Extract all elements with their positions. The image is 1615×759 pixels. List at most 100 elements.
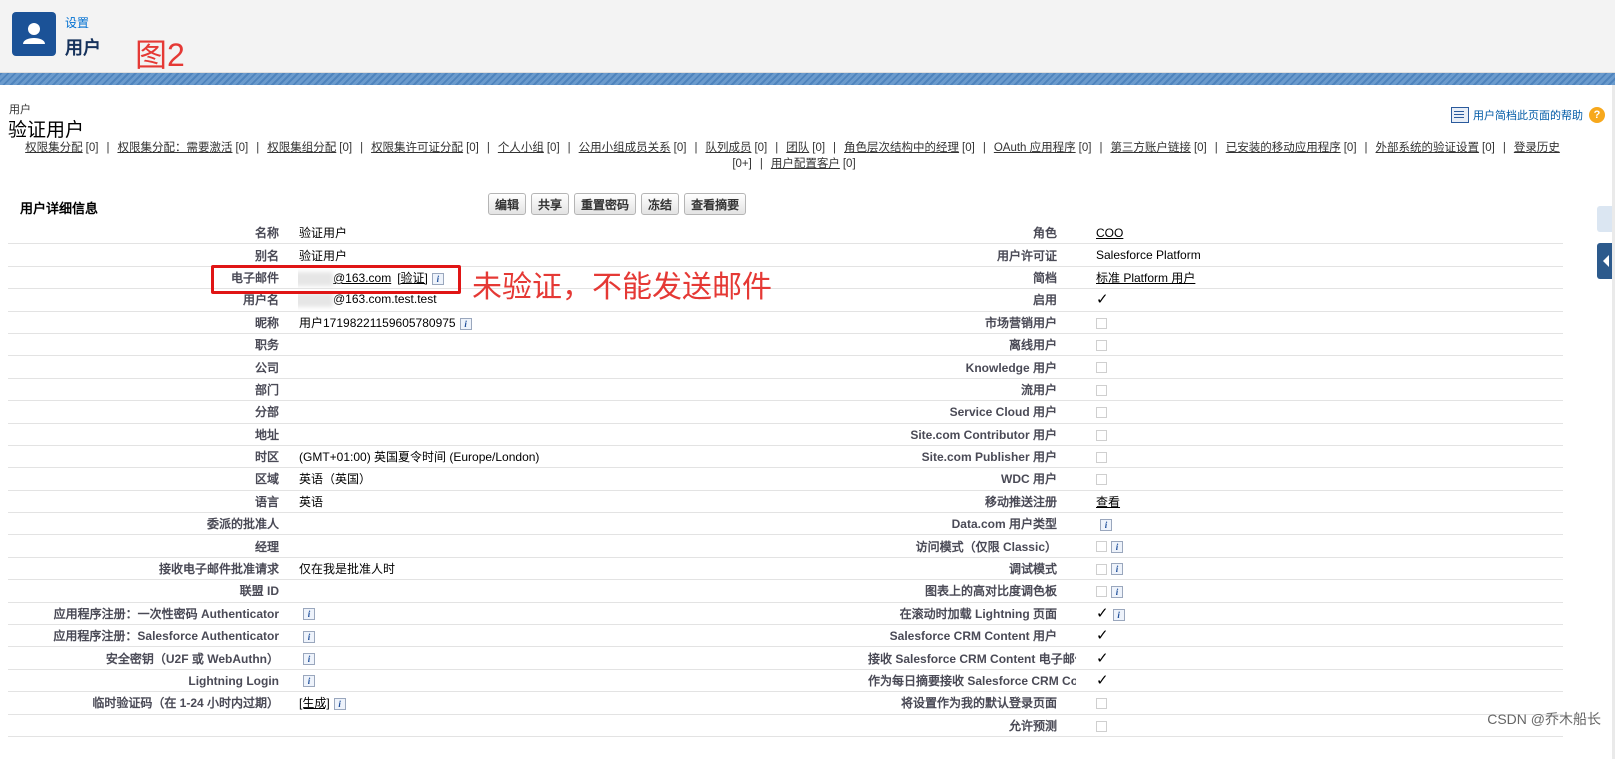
value-link[interactable]: 查看 bbox=[1096, 495, 1120, 509]
field-label: 接收电子邮件批准请求 bbox=[8, 557, 298, 581]
value-link[interactable]: COO bbox=[1096, 226, 1123, 240]
separator: | bbox=[486, 142, 490, 154]
separator: | bbox=[759, 158, 763, 170]
field-value bbox=[1096, 355, 1563, 379]
field-label: Knowledge 用户 bbox=[868, 355, 1076, 379]
info-icon[interactable]: i bbox=[1111, 585, 1123, 598]
related-link[interactable]: 权限集组分配 bbox=[267, 142, 336, 154]
info-icon[interactable]: i bbox=[1100, 518, 1112, 531]
info-icon[interactable]: i bbox=[1111, 540, 1123, 553]
related-link[interactable]: 已安装的移动应用程序 bbox=[1226, 142, 1341, 154]
field-value: i bbox=[1096, 557, 1563, 581]
decorative-band bbox=[0, 73, 1615, 85]
checkmark-icon: ✓ bbox=[1096, 649, 1109, 667]
help-area: 用户简档此页面的帮助 ? bbox=[1451, 105, 1605, 125]
field-value: i bbox=[1096, 512, 1563, 536]
help-link[interactable]: 用户简档此页面的帮助 bbox=[1473, 107, 1583, 123]
field-value bbox=[298, 579, 868, 603]
detail-button[interactable]: 查看摘要 bbox=[684, 193, 747, 215]
detail-row: 联盟 ID 图表上的高对比度调色板 i bbox=[8, 579, 1563, 603]
field-label: Service Cloud 用户 bbox=[868, 400, 1076, 424]
field-label: Site.com Publisher 用户 bbox=[868, 445, 1076, 469]
checkbox-icon bbox=[1096, 407, 1107, 419]
related-link[interactable]: 公用小组成员关系 bbox=[579, 142, 671, 154]
related-count: [0] bbox=[235, 142, 249, 154]
field-value: (GMT+01:00) 英国夏令时间 (Europe/London) bbox=[298, 445, 868, 469]
related-link[interactable]: 队列成员 bbox=[705, 142, 751, 154]
separator: | bbox=[567, 142, 571, 154]
detail-row: 别名 验证用户 用户许可证 Salesforce Platform bbox=[8, 243, 1563, 267]
field-label: 移动推送注册 bbox=[868, 490, 1076, 514]
info-icon[interactable]: i bbox=[303, 630, 315, 643]
info-icon[interactable]: i bbox=[1111, 563, 1123, 576]
field-label: Lightning Login bbox=[8, 669, 298, 693]
field-label: 应用程序注册：一次性密码 Authenticator bbox=[8, 602, 298, 626]
checkbox-icon bbox=[1096, 429, 1107, 441]
checkbox-icon bbox=[1096, 317, 1107, 329]
related-link[interactable]: 第三方账户链接 bbox=[1110, 142, 1191, 154]
related-link[interactable]: 用户配置客户 bbox=[771, 158, 840, 170]
related-link[interactable]: 个人小组 bbox=[498, 142, 544, 154]
checkbox-icon bbox=[1096, 586, 1107, 598]
related-link[interactable]: 角色层次结构中的经理 bbox=[844, 142, 959, 154]
related-link[interactable]: OAuth 应用程序 bbox=[994, 142, 1076, 154]
field-value: 英语（英国） bbox=[298, 467, 868, 491]
value-text: 仅在我是批准人时 bbox=[299, 562, 396, 577]
field-label: 昵称 bbox=[8, 311, 298, 334]
value-text: @163.com.test.test bbox=[333, 292, 437, 307]
field-label: 部门 bbox=[8, 378, 298, 402]
detail-row: 职务 离线用户 bbox=[8, 333, 1563, 357]
detail-row: 地址 Site.com Contributor 用户 bbox=[8, 423, 1563, 446]
detail-row: 应用程序注册：Salesforce Authenticator i Salesfor… bbox=[8, 624, 1563, 648]
detail-button[interactable]: 冻结 bbox=[641, 193, 680, 215]
field-label: 临时验证码（在 1-24 小时内过期） bbox=[8, 691, 298, 715]
related-count: [0] bbox=[1078, 142, 1092, 154]
info-icon[interactable]: i bbox=[333, 698, 346, 711]
detail-row: 允许预测 bbox=[8, 714, 1563, 737]
info-icon[interactable]: i bbox=[303, 675, 315, 688]
breadcrumb-setup[interactable]: 设置 bbox=[65, 14, 89, 31]
unverified-annotation: 未验证，不能发送邮件 bbox=[472, 271, 772, 304]
related-link[interactable]: 权限集分配：需要激活 bbox=[117, 142, 232, 154]
related-link[interactable]: 外部系统的验证设置 bbox=[1376, 142, 1480, 154]
detail-button[interactable]: 共享 bbox=[531, 193, 570, 215]
user-icon bbox=[12, 12, 56, 56]
field-label: 语言 bbox=[8, 490, 298, 514]
checkbox-icon bbox=[1096, 698, 1107, 710]
spacer bbox=[1076, 266, 1096, 290]
help-question-icon[interactable]: ? bbox=[1589, 107, 1605, 123]
related-link[interactable]: 登录历史 bbox=[1514, 142, 1560, 154]
info-icon[interactable]: i bbox=[303, 608, 315, 621]
detail-row: 区域 英语（英国） WDC 用户 bbox=[8, 467, 1563, 491]
field-label: 职务 bbox=[8, 333, 298, 357]
info-icon[interactable]: i bbox=[303, 652, 315, 665]
field-label: 名称 bbox=[8, 222, 298, 245]
value-link[interactable]: [生成] bbox=[299, 696, 330, 710]
value-link[interactable]: 标准 Platform 用户 bbox=[1096, 271, 1195, 285]
detail-row: 委派的批准人 Data.com 用户类型 i bbox=[8, 512, 1563, 536]
spacer bbox=[1076, 243, 1096, 267]
detail-button[interactable]: 重置密码 bbox=[574, 193, 637, 215]
field-value: i bbox=[298, 669, 868, 693]
separator: | bbox=[775, 142, 779, 154]
detail-button[interactable]: 编辑 bbox=[488, 193, 527, 215]
field-label: 分部 bbox=[8, 400, 298, 424]
value-text: 验证用户 bbox=[299, 248, 348, 263]
spacer bbox=[1076, 288, 1096, 312]
related-link[interactable]: 权限集许可证分配 bbox=[371, 142, 463, 154]
field-value: 验证用户 bbox=[298, 222, 868, 245]
info-icon[interactable]: i bbox=[459, 317, 472, 330]
detail-row: 昵称 用户17198221159605780975 i 市场营销用户 bbox=[8, 311, 1563, 334]
field-value: 英语 bbox=[298, 490, 868, 514]
field-value bbox=[298, 355, 868, 379]
info-icon[interactable]: i bbox=[1112, 608, 1125, 621]
related-count: [0+] bbox=[732, 158, 752, 170]
field-value: ✓ i bbox=[1096, 602, 1563, 626]
related-link[interactable]: 权限集分配 bbox=[25, 142, 83, 154]
detail-row: 接收电子邮件批准请求 仅在我是批准人时 调试模式 i bbox=[8, 557, 1563, 581]
related-link[interactable]: 团队 bbox=[786, 142, 809, 154]
field-label: 接收 Salesforce CRM Content 电子邮件提醒 bbox=[868, 646, 1076, 670]
checkbox-icon bbox=[1096, 541, 1107, 553]
field-value bbox=[298, 714, 868, 737]
related-count: [0] bbox=[673, 142, 687, 154]
